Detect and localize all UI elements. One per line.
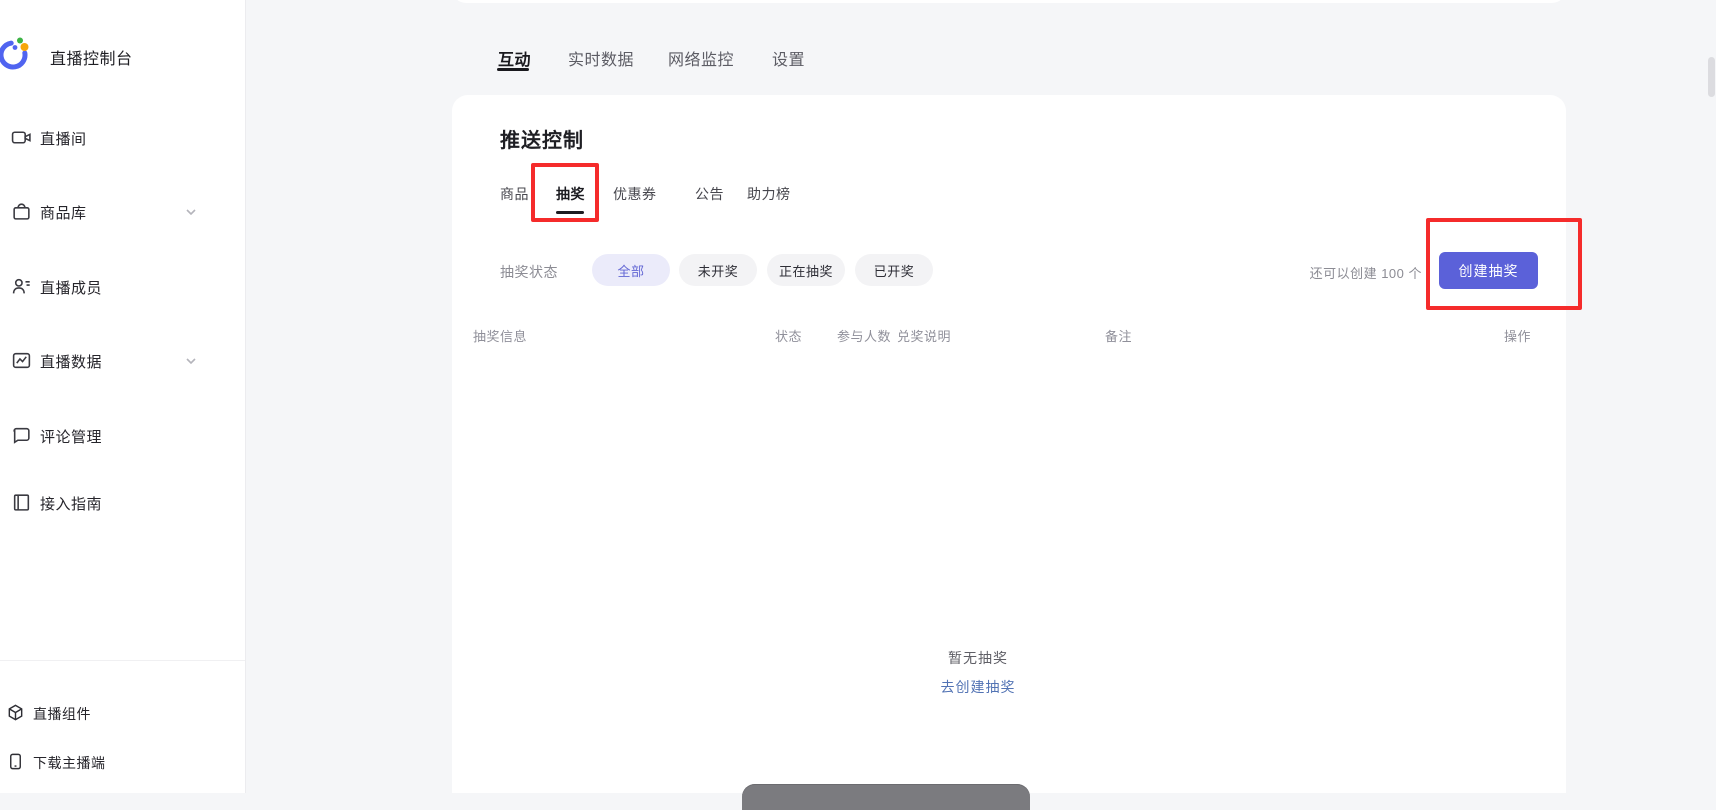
- scrollbar-thumb[interactable]: [1708, 57, 1715, 97]
- comment-icon: [11, 425, 32, 446]
- subtab-announcement[interactable]: 公告: [695, 184, 724, 204]
- sidebar-item-download-client[interactable]: 下载主播端: [0, 750, 245, 774]
- members-icon: [11, 276, 32, 297]
- filter-pill-all[interactable]: 全部: [592, 254, 670, 286]
- sidebar-item-comment-management[interactable]: 评论管理: [0, 422, 245, 450]
- camera-icon: [11, 127, 32, 148]
- annotation-box-create-button: [1426, 218, 1582, 310]
- filter-pill-not-drawn[interactable]: 未开奖: [679, 254, 757, 286]
- tab-settings[interactable]: 设置: [772, 46, 805, 70]
- sidebar-item-label: 评论管理: [40, 426, 102, 447]
- push-control-panel: 推送控制 商品 抽奖 优惠券 公告 助力榜 抽奖状态 全部 未开奖 正在抽奖 已…: [452, 95, 1566, 793]
- annotation-box-lottery-subtab: [531, 163, 599, 222]
- app-title: 直播控制台: [50, 45, 133, 69]
- bottom-toast: [742, 784, 1030, 810]
- sidebar-item-label: 直播间: [40, 128, 87, 149]
- sidebar-item-label: 直播组件: [33, 704, 91, 724]
- sidebar: 直播控制台 直播间 商品库: [0, 0, 246, 793]
- sidebar-item-label: 接入指南: [40, 493, 102, 514]
- empty-state-text: 暂无抽奖: [941, 648, 1016, 668]
- filter-pill-drawing[interactable]: 正在抽奖: [767, 254, 845, 286]
- cube-icon: [6, 703, 25, 722]
- column-header-lottery-info: 抽奖信息: [473, 326, 527, 345]
- sidebar-item-live-data[interactable]: 直播数据: [0, 347, 245, 375]
- previous-card-bottom-edge: [452, 0, 1566, 3]
- tab-network-monitor[interactable]: 网络监控: [668, 46, 734, 70]
- tab-realtime-data[interactable]: 实时数据: [568, 46, 634, 70]
- remaining-quota-text: 还可以创建 100 个: [1310, 263, 1422, 282]
- sidebar-item-label: 商品库: [40, 202, 87, 223]
- empty-state: 暂无抽奖 去创建抽奖: [941, 648, 1016, 697]
- sidebar-item-label: 下载主播端: [33, 753, 106, 773]
- chevron-down-icon[interactable]: [184, 354, 198, 373]
- app-logo-icon: [0, 36, 36, 79]
- chart-icon: [11, 350, 32, 371]
- column-header-participants: 参与人数: [837, 326, 891, 345]
- sidebar-item-live-room[interactable]: 直播间: [0, 124, 245, 152]
- lottery-status-label: 抽奖状态: [500, 262, 558, 282]
- filter-pill-drawn[interactable]: 已开奖: [855, 254, 933, 286]
- go-create-lottery-link[interactable]: 去创建抽奖: [941, 677, 1016, 697]
- sidebar-item-live-members[interactable]: 直播成员: [0, 273, 245, 301]
- sidebar-item-label: 直播数据: [40, 351, 102, 372]
- sidebar-item-label: 直播成员: [40, 277, 102, 298]
- column-header-status: 状态: [775, 326, 802, 345]
- subtab-coupons[interactable]: 优惠券: [613, 184, 657, 204]
- subtab-support-rank[interactable]: 助力榜: [747, 184, 791, 204]
- phone-icon: [6, 752, 25, 771]
- sidebar-item-live-components[interactable]: 直播组件: [0, 701, 245, 725]
- column-header-actions: 操作: [1504, 326, 1531, 345]
- sidebar-item-access-guide[interactable]: 接入指南: [0, 489, 245, 517]
- column-header-remarks: 备注: [1105, 326, 1132, 345]
- chevron-down-icon[interactable]: [184, 205, 198, 224]
- guide-icon: [11, 492, 32, 513]
- sidebar-item-product-library[interactable]: 商品库: [0, 198, 245, 226]
- sidebar-divider: [0, 660, 245, 661]
- tab-interaction[interactable]: 互动: [498, 46, 531, 70]
- bag-icon: [11, 201, 32, 222]
- subtab-products[interactable]: 商品: [500, 184, 529, 204]
- column-header-redeem-info: 兑奖说明: [897, 326, 951, 345]
- panel-title: 推送控制: [500, 124, 584, 153]
- active-tab-underline: [497, 68, 529, 71]
- app-logo-row: 直播控制台: [0, 36, 245, 74]
